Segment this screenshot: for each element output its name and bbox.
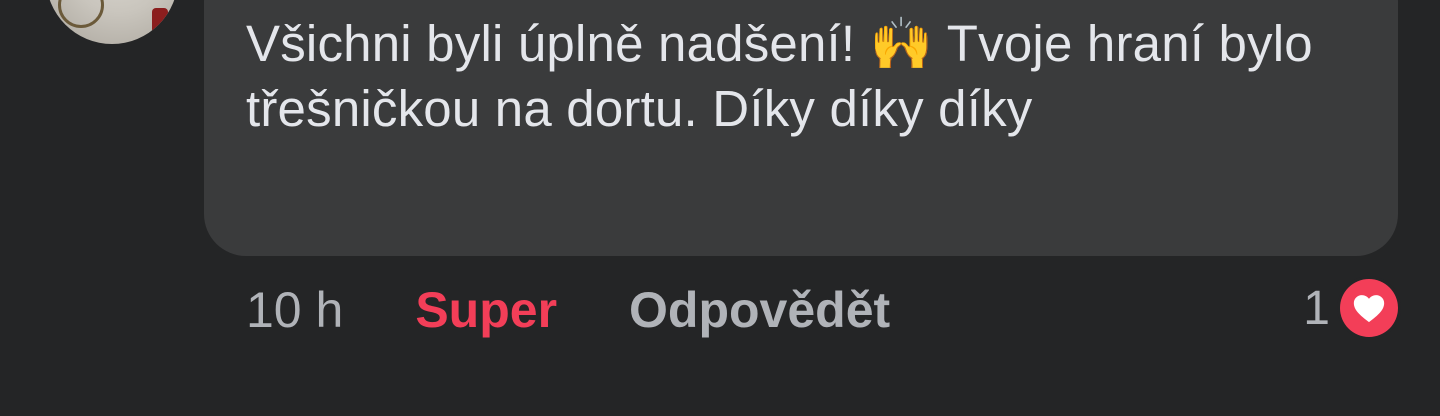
comment-thread: Všichni byli úplně nadšení! 🙌 Tvoje hran… bbox=[0, 0, 1440, 416]
reaction-count: 1 bbox=[1303, 281, 1330, 335]
avatar-photo-wheel bbox=[58, 0, 104, 28]
heart-icon bbox=[1340, 279, 1398, 337]
comment-text: Všichni byli úplně nadšení! 🙌 Tvoje hran… bbox=[246, 15, 1313, 137]
avatar-photo-boot bbox=[152, 8, 168, 38]
comment-timestamp[interactable]: 10 h bbox=[246, 281, 343, 339]
avatar[interactable] bbox=[46, 0, 178, 44]
react-button[interactable]: Super bbox=[415, 281, 557, 339]
reply-button[interactable]: Odpovědět bbox=[629, 281, 890, 339]
reaction-summary[interactable]: 1 bbox=[1303, 278, 1398, 338]
comment-actions: 10 h Super Odpovědět bbox=[246, 278, 890, 342]
